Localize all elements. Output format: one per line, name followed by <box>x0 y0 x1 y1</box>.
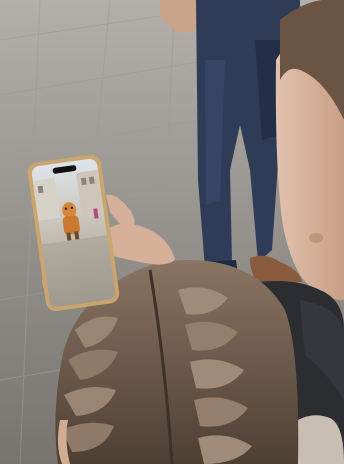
photo-illustration <box>0 0 344 464</box>
photo-scene <box>0 0 344 464</box>
